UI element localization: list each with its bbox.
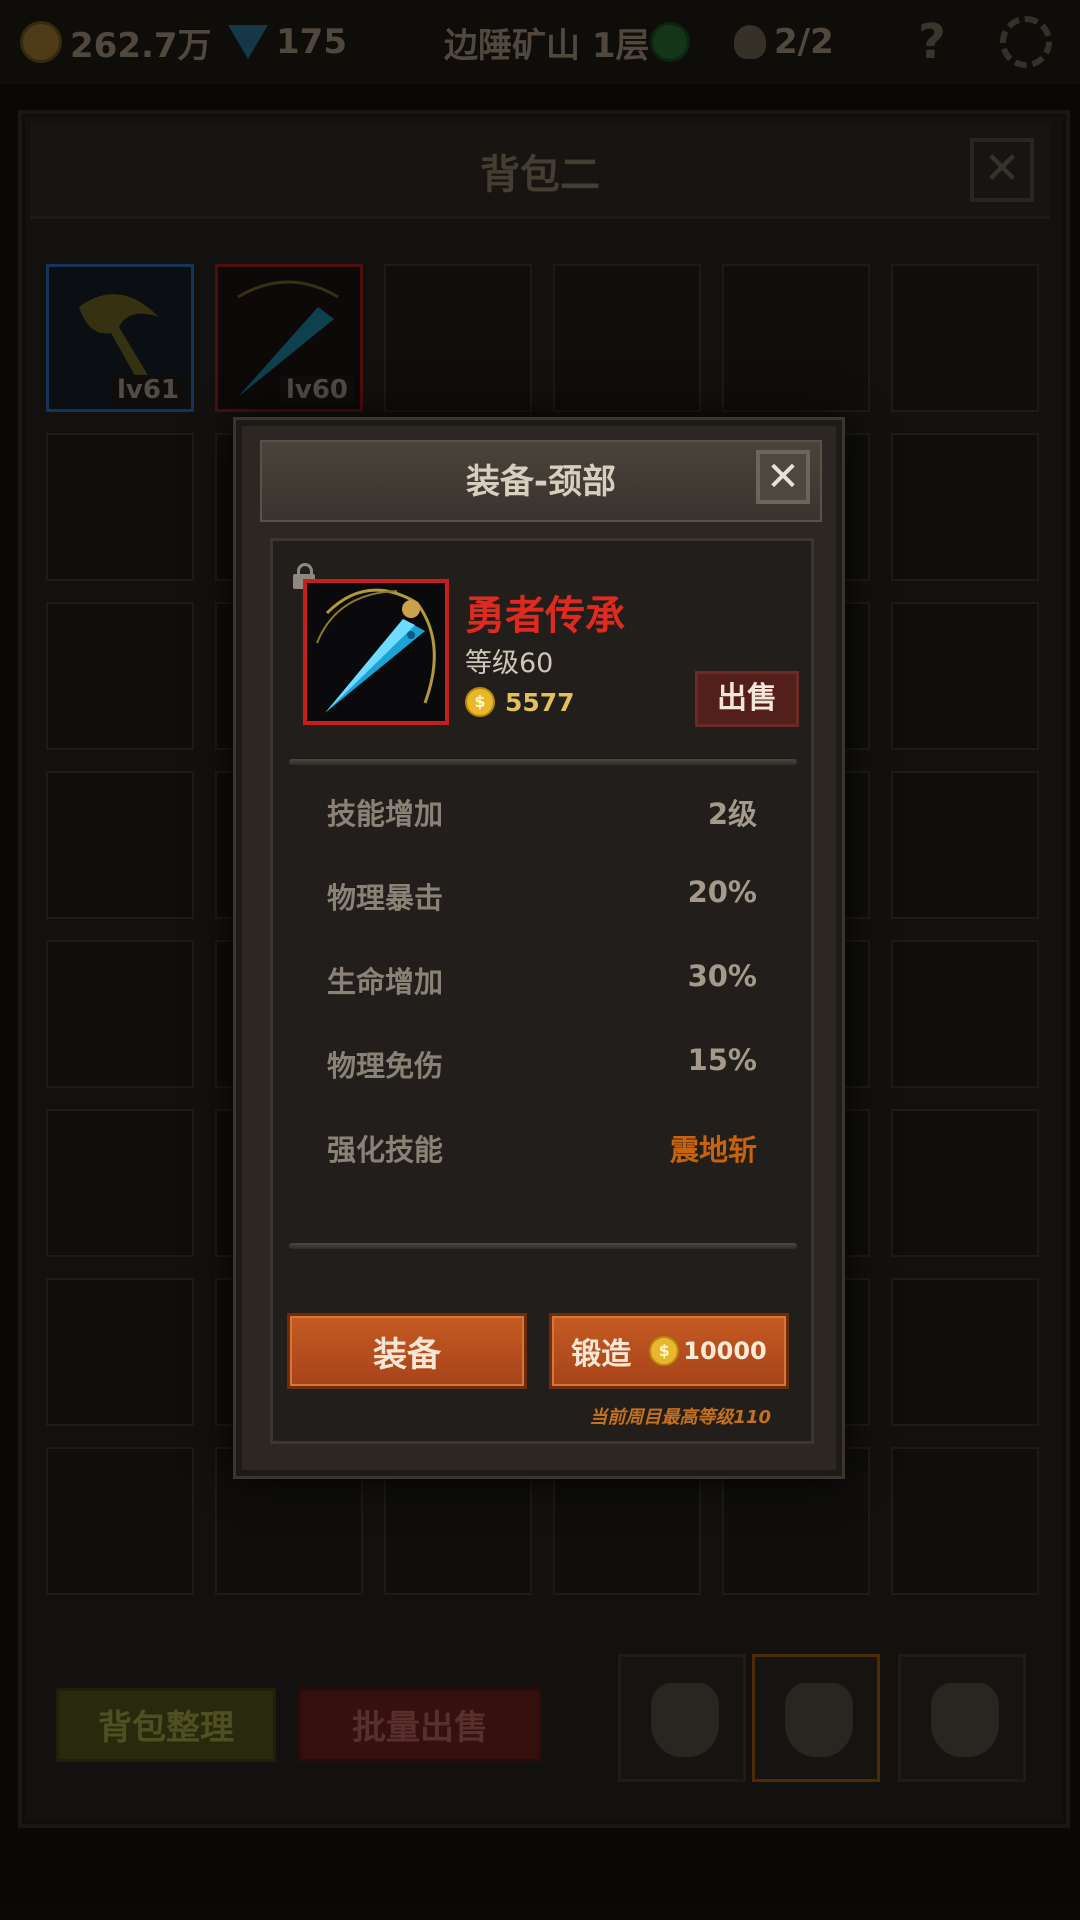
max-level-note: 当前周目最高等级110	[589, 1407, 771, 1428]
dialog-title: 装备-颈部	[465, 462, 617, 502]
stat-label: 物理免伤	[327, 1049, 444, 1083]
sell-button[interactable]: 出售	[695, 671, 799, 727]
equipment-dialog: 装备-颈部 ✕ 勇者传承 等级60 $ 5577 出售 技能增加 2级物理暴击 20…	[236, 420, 842, 1476]
stat-value: 2级	[707, 797, 757, 831]
item-name: 勇者传承	[465, 593, 625, 639]
equip-button-label: 装备	[373, 1334, 441, 1375]
forge-button-label: 锻造	[571, 1337, 632, 1372]
stat-row: 物理免伤 15%	[327, 1043, 757, 1083]
divider-bottom	[289, 1243, 797, 1249]
dialog-close-button[interactable]: ✕	[756, 450, 810, 504]
forge-cost: $ 10000	[649, 1336, 767, 1366]
stat-label: 生命增加	[327, 965, 444, 999]
dialog-header: 装备-颈部 ✕	[260, 440, 822, 522]
item-level: 等级60	[465, 648, 554, 679]
gold-coin-icon: $	[465, 687, 495, 717]
gold-coin-icon: $	[649, 1336, 680, 1366]
divider-top	[289, 759, 797, 765]
close-icon: ✕	[766, 454, 800, 500]
stat-row: 强化技能 震地斩	[327, 1127, 757, 1167]
forge-cost-value: 10000	[683, 1337, 767, 1365]
stat-value: 15%	[687, 1043, 757, 1077]
equip-button[interactable]: 装备	[287, 1313, 527, 1389]
stat-row: 物理暴击 20%	[327, 875, 757, 915]
stat-value: 震地斩	[669, 1133, 757, 1167]
dialog-body: 勇者传承 等级60 $ 5577 出售 技能增加 2级物理暴击 20% 生命增加 30%…	[270, 538, 814, 1444]
item-price: $ 5577	[465, 687, 575, 717]
forge-button[interactable]: 锻造 $ 10000	[549, 1313, 789, 1389]
stat-label: 物理暴击	[327, 881, 444, 915]
stat-row: 生命增加 30%	[327, 959, 757, 999]
stat-label: 技能增加	[327, 797, 444, 831]
item-portrait	[303, 579, 449, 725]
item-price-value: 5577	[505, 687, 575, 717]
stat-label: 强化技能	[327, 1133, 444, 1167]
pendant-icon	[316, 588, 436, 713]
stat-value: 30%	[687, 959, 757, 993]
stat-row: 技能增加 2级	[327, 791, 757, 831]
stat-value: 20%	[687, 875, 757, 909]
